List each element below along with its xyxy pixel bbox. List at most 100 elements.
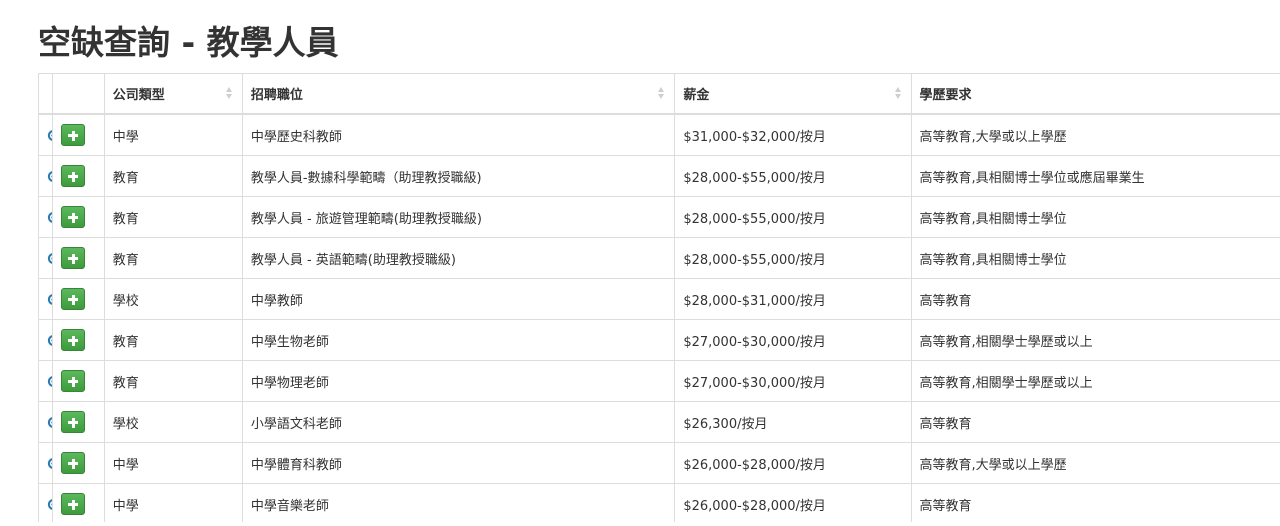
job-title-cell: 中學歷史科教師 [241,113,676,156]
salary-cell: $31,000-$32,000/按月 [674,113,912,156]
company-type-cell: 學校 [103,401,243,443]
salary-cell: $27,000-$30,000/按月 [674,360,912,402]
job-title-cell: 中學音樂老師 [241,483,676,522]
zoom-in-icon[interactable] [47,457,52,473]
education-cell: 高等教育,大學或以上學歷 [910,113,1280,156]
header-education[interactable]: 學歷要求 [910,73,1280,115]
view-cell [38,278,54,320]
view-cell [38,442,54,484]
add-button[interactable] [61,452,86,474]
table-row: 教育 中學生物老師 $27,000-$30,000/按月 高等教育,相關學士學歷或以上 [38,319,1280,361]
view-cell [38,483,54,522]
header-salary[interactable]: 薪金 [674,73,912,115]
page: 空缺查詢 - 教學人員 公司類型 招聘職位 薪金 學歷要求 中學 中學歷史科教師… [0,0,1280,526]
vacancy-table: 公司類型 招聘職位 薪金 學歷要求 中學 中學歷史科教師 $31,000-$32… [38,73,1280,522]
add-button[interactable] [61,329,86,351]
sort-icon[interactable] [894,87,902,101]
table-body: 中學 中學歷史科教師 $31,000-$32,000/按月 高等教育,大學或以上學歷教… [38,113,1280,522]
zoom-in-icon[interactable] [47,498,52,514]
add-cell [52,360,105,402]
header-view-column [38,73,54,115]
view-cell [38,113,54,156]
page-title: 空缺查詢 - 教學人員 [38,23,339,62]
job-title-cell: 中學物理老師 [241,360,676,402]
view-cell [38,401,54,443]
add-button[interactable] [61,493,86,515]
view-cell [38,237,54,279]
add-button[interactable] [61,124,86,146]
company-type-cell: 教育 [103,319,243,361]
add-button[interactable] [61,247,86,269]
education-cell: 高等教育 [910,483,1280,522]
table-row: 學校 小學語文科老師 $26,300/按月 高等教育 [38,401,1280,443]
table-row: 教育 中學物理老師 $27,000-$30,000/按月 高等教育,相關學士學歷或以上 [38,360,1280,402]
add-cell [52,278,105,320]
add-cell [52,237,105,279]
job-title-cell: 中學體育科教師 [241,442,676,484]
add-cell [52,113,105,156]
add-cell [52,401,105,443]
job-title-cell: 中學生物老師 [241,319,676,361]
zoom-in-icon[interactable] [47,170,52,186]
job-title-cell: 教學人員 - 旅遊管理範疇(助理教授職級) [241,196,676,238]
job-title-cell: 教學人員 - 英語範疇(助理教授職級) [241,237,676,279]
header-job-title-label: 招聘職位 [250,88,303,103]
add-cell [52,319,105,361]
education-cell: 高等教育,具相關博士學位或應屆畢業生 [910,155,1280,197]
view-cell [38,319,54,361]
view-cell [38,155,54,197]
zoom-in-icon[interactable] [47,252,52,268]
job-title-cell: 小學語文科老師 [241,401,676,443]
zoom-in-icon[interactable] [47,334,52,350]
job-title-cell: 中學教師 [241,278,676,320]
education-cell: 高等教育,具相關博士學位 [910,196,1280,238]
header-add-column [52,73,105,115]
header-job-title[interactable]: 招聘職位 [241,73,676,115]
add-cell [52,155,105,197]
header-company-type[interactable]: 公司類型 [103,73,243,115]
zoom-in-icon[interactable] [47,211,52,227]
add-cell [52,196,105,238]
table-header-row: 公司類型 招聘職位 薪金 學歷要求 [38,73,1280,115]
job-title-cell: 教學人員-數據科學範疇（助理教授職級) [241,155,676,197]
company-type-cell: 學校 [103,278,243,320]
table-row: 教育 教學人員 - 旅遊管理範疇(助理教授職級) $28,000-$55,000/按… [38,196,1280,238]
zoom-in-icon[interactable] [47,129,52,145]
education-cell: 高等教育 [910,401,1280,443]
view-cell [38,196,54,238]
zoom-in-icon[interactable] [47,416,52,432]
add-button[interactable] [61,411,86,433]
salary-cell: $26,000-$28,000/按月 [674,483,912,522]
table-row: 學校 中學教師 $28,000-$31,000/按月 高等教育 [38,278,1280,320]
salary-cell: $28,000-$31,000/按月 [674,278,912,320]
education-cell: 高等教育,相關學士學歷或以上 [910,319,1280,361]
view-cell [38,360,54,402]
add-button[interactable] [61,288,86,310]
education-cell: 高等教育 [910,278,1280,320]
zoom-in-icon[interactable] [47,375,52,391]
table-row: 教育 教學人員-數據科學範疇（助理教授職級) $28,000-$55,000/按月高… [38,155,1280,197]
sort-icon[interactable] [658,87,665,101]
salary-cell: $28,000-$55,000/按月 [674,237,912,279]
add-button[interactable] [61,206,86,228]
company-type-cell: 中學 [103,113,243,156]
header-salary-label: 薪金 [683,88,710,103]
company-type-cell: 中學 [103,442,243,484]
education-cell: 高等教育,具相關博士學位 [910,237,1280,279]
header-education-label: 學歷要求 [919,88,972,103]
zoom-in-icon[interactable] [47,293,52,309]
add-button[interactable] [61,165,86,187]
table-row: 中學 中學音樂老師 $26,000-$28,000/按月 高等教育 [38,483,1280,522]
company-type-cell: 教育 [103,155,243,197]
education-cell: 高等教育,相關學士學歷或以上 [910,360,1280,402]
sort-icon[interactable] [225,87,233,101]
vacancy-table-container: 公司類型 招聘職位 薪金 學歷要求 中學 中學歷史科教師 $31,000-$32… [38,73,1280,522]
company-type-cell: 中學 [103,483,243,522]
table-row: 教育 教學人員 - 英語範疇(助理教授職級) $28,000-$55,000/按月高… [38,237,1280,279]
header-company-type-label: 公司類型 [112,88,165,103]
company-type-cell: 教育 [103,237,243,279]
salary-cell: $26,300/按月 [674,401,912,443]
add-button[interactable] [61,370,86,392]
salary-cell: $28,000-$55,000/按月 [674,155,912,197]
add-cell [52,483,105,522]
